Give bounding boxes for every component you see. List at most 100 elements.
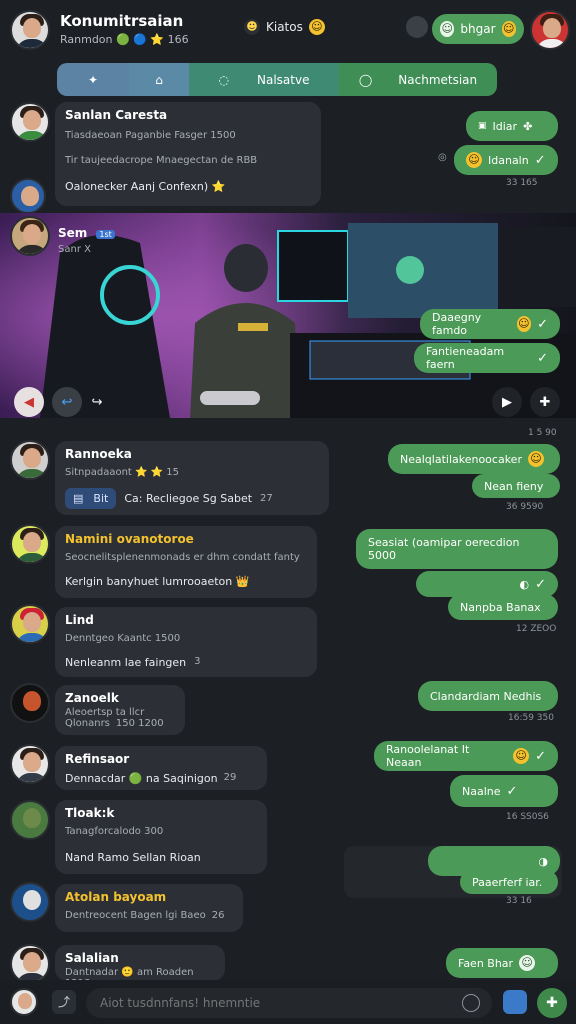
message-bubble-out[interactable]: ☺ Idanaln ✓ (454, 145, 558, 175)
sender-name: Refinsaor (65, 752, 130, 766)
avatar[interactable] (10, 800, 50, 840)
message-bubble-out[interactable]: Faen Bhar ☺ (446, 948, 558, 978)
sender-name: Salalian (65, 951, 119, 965)
pin-icon: ✦ (87, 72, 99, 87)
timestamp: 36 9590 (506, 502, 544, 512)
sender-meta: Tanagforcalodo 300 (65, 826, 164, 837)
attachment-button[interactable]: ▤ Bit (65, 488, 117, 509)
avatar[interactable] (10, 440, 50, 480)
message-text: Seasiat (oamipar oerecdion 5000 (368, 536, 520, 562)
header-status[interactable]: ☻ Kiatos ☺ (244, 19, 325, 35)
play-button[interactable]: ▶ (492, 387, 522, 417)
check-icon: ✓ (506, 783, 518, 799)
moon-icon[interactable] (406, 16, 428, 38)
clover-icon: ✤ (523, 119, 533, 133)
message-text: Naalne (462, 784, 501, 798)
avatar[interactable] (10, 744, 50, 784)
timestamp: 1 5 90 (528, 428, 557, 438)
message-text: Clandardiam Nedhis (430, 689, 542, 703)
tab-label: Nachmetsian (398, 72, 478, 87)
avatar[interactable] (10, 683, 50, 723)
sender-meta: Aleoertsp ta llcr (65, 707, 145, 718)
message-bubble-out[interactable]: Fantieneadam faern ✓ (414, 343, 560, 373)
tab-nachmetsian[interactable]: ◯ Nachmetsian (339, 63, 497, 96)
avatar[interactable] (10, 604, 50, 644)
message-bubble[interactable]: Lind Denntgeo Kaantc 1500 Nenleanm lae f… (55, 607, 317, 677)
message-text: Ca: Recliegoe Sg Sabet (124, 492, 253, 505)
message-text: Ranoolelanat It Neaan (386, 743, 470, 769)
sender-name: Lind (65, 613, 94, 627)
message-bubble[interactable]: Namini ovanotoroe Seocnelitsplenenmonads… (55, 526, 317, 598)
camera-icon[interactable] (503, 990, 527, 1014)
message-bubble-out[interactable]: ▣ Idiar ✤ (466, 111, 558, 141)
nav-tabs: ✦ ⌂ ◌ Nalsatve ◯ Nachmetsian (57, 63, 497, 96)
message-bubble[interactable]: Atolan bayoam Dentreocent Bagen lgi Baeo… (55, 884, 243, 932)
avatar[interactable] (10, 178, 46, 214)
send-button[interactable]: ✚ (537, 988, 567, 1018)
tab-home[interactable]: ⌂ (129, 63, 189, 96)
badge: 1st (96, 230, 115, 239)
record-button[interactable]: ◀ (14, 387, 44, 417)
message-text: Idiar (492, 119, 518, 133)
user-avatar[interactable] (10, 10, 50, 50)
avatar[interactable] (10, 102, 50, 142)
header-status-label: Kiatos (266, 20, 303, 34)
message-bubble-out[interactable]: Clandardiam Nedhis (418, 681, 558, 711)
avatar[interactable] (10, 524, 50, 564)
header-pill-button[interactable]: ☺ bhgar ☺ (432, 14, 524, 44)
message-bubble[interactable]: Tloak:k Tanagforcalodo 300 Nand Ramo Sel… (55, 800, 267, 874)
home-icon: ⌂ (155, 72, 163, 87)
sender-name: Rannoeka (65, 447, 132, 461)
message-bubble-out[interactable]: Naalne ✓ (450, 775, 558, 807)
tab-label: Nalsatve (257, 72, 310, 87)
sender-meta: Sanr X (58, 244, 91, 255)
share-button[interactable]: ↪ (82, 387, 112, 417)
self-avatar[interactable] (10, 988, 38, 1016)
timestamp: 33 16 (506, 896, 532, 906)
message-text: Dennacdar 🟢 na Saqinigon (65, 772, 218, 785)
message-bubble[interactable]: Salalian Dantnadar 🙂 am Roaden 1218 (55, 945, 225, 989)
emoji-picker-icon[interactable] (462, 994, 480, 1012)
emoji-icon: ☺ (308, 19, 325, 35)
message-bubble-out[interactable]: Paaerferf iar. (460, 870, 558, 894)
message-text: Nenleanm lae faingen (65, 656, 187, 669)
sender-name: Tloak:k (65, 806, 115, 820)
message-text: Oalonecker Aanj Confexn) ⭐ (65, 180, 226, 193)
file-icon: ▤ (73, 492, 84, 505)
attachment-label: Bit (93, 492, 109, 505)
message-input[interactable] (86, 988, 492, 1018)
sender-meta: Denntgeo Kaantc 1500 (65, 633, 181, 644)
more-button[interactable]: ✚ (530, 387, 560, 417)
message-bubble[interactable]: Zanoelk Aleoertsp ta llcr Qlonanrs 150 1… (55, 685, 185, 735)
message-bubble-out[interactable]: Nanpba Banax (448, 594, 558, 620)
message-bubble-out[interactable]: Nean fieny (472, 474, 560, 498)
avatar[interactable] (10, 216, 50, 256)
count: 150 1200 (115, 718, 164, 729)
sender-meta: Sitnpadaaont ⭐ ⭐ 15 (65, 467, 180, 478)
message-text: Nealqlatilakenoocaker (400, 452, 522, 466)
message-text: Seocnelitsplenenmonads er dhm condatt fa… (65, 552, 300, 563)
message-bubble-out[interactable]: Nealqlatilakenoocaker ☺ (388, 444, 560, 474)
message-text: Dentreocent Bagen lgi Baeo (65, 910, 206, 921)
tab-pin[interactable]: ✦ (57, 63, 129, 96)
message-text: Idanaln (488, 153, 529, 167)
message-text: Nean fieny (484, 479, 544, 493)
message-bubble-out[interactable]: Seasiat (oamipar oerecdion 5000 (356, 529, 558, 569)
message-bubble[interactable]: Sanlan Caresta Tiasdaeoan Paganbie Fasge… (55, 102, 321, 206)
message-bubble[interactable]: Rannoeka Sitnpadaaont ⭐ ⭐ 15 ▤ Bit Ca: R… (55, 441, 329, 515)
reaction-icon: ◑ (538, 854, 548, 868)
message-bubble-out[interactable]: Daaegny famdo ☺ ✓ (420, 309, 560, 339)
check-icon: ✓ (537, 316, 548, 332)
message-bubble[interactable]: Refinsaor Dennacdar 🟢 na Saqinigon 29 (55, 746, 267, 790)
avatar[interactable] (10, 944, 50, 984)
emoji-icon: ☺ (527, 451, 544, 467)
reply-button[interactable]: ↩ (52, 387, 82, 417)
avatar[interactable] (10, 882, 50, 922)
attach-icon[interactable]: ⤴ (52, 990, 76, 1014)
tab-nalsatve[interactable]: ◌ Nalsatve (189, 63, 339, 96)
message-bubble-out[interactable]: Ranoolelanat It Neaan ☺ ✓ (374, 741, 558, 771)
message-text: Fantieneadam faern (426, 345, 505, 371)
chat-icon: ◌ (218, 72, 229, 87)
timestamp: 16:59 350 (508, 713, 554, 723)
profile-avatar[interactable] (530, 10, 570, 50)
